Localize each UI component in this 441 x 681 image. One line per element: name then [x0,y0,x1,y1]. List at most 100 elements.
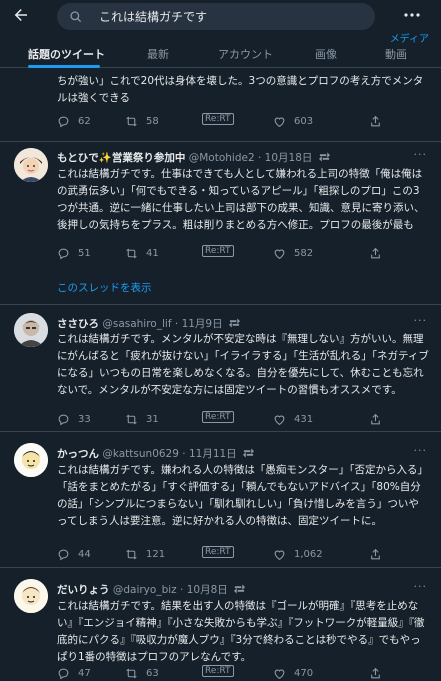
search-icon [70,10,82,22]
reply-icon [58,248,69,260]
share-button[interactable] [369,413,390,426]
follow-status-icon [318,152,330,162]
tweet-body: ちが強い」これで20代は身体を壊した。3つの意識とプロフの考え方でメンタルは強く… [57,75,424,104]
like-button[interactable]: 603 [273,115,313,128]
tab-videos[interactable]: 動画 [385,46,407,62]
like-count: 582 [294,248,314,259]
retweet-icon [126,549,137,560]
tweet-date[interactable]: 11月11日 [189,448,237,460]
tweet-item[interactable]: かっつん @kattsun0629 · 11月11日 ··· これは結構ガチです… [0,432,441,568]
reply-icon [58,414,69,426]
retweet-count: 63 [146,668,159,679]
retweet-count: 31 [146,414,159,425]
author-handle: @dairyo_biz [112,584,177,596]
tweet-date[interactable]: 10月8日 [187,584,228,596]
share-button[interactable] [369,115,390,128]
retweet-count: 121 [146,549,166,560]
rert-button[interactable]: Re:RT [202,245,234,257]
author-handle: @kattsun0629 [102,448,179,460]
author-handle: @Motohide2 [188,152,255,164]
retweet-button[interactable]: 63 [125,667,159,680]
back-arrow-icon[interactable] [12,6,32,26]
retweet-button[interactable]: 31 [125,413,159,426]
like-count: 1,062 [294,549,323,560]
rert-button[interactable]: Re:RT [202,546,234,558]
retweet-button[interactable]: 121 [125,548,165,561]
like-button[interactable]: 431 [273,413,313,426]
tweet-body: これは結構ガチです。メンタルが不安定な時は『無理しない』方がいい。無理にがんばる… [57,333,429,396]
tweet-body: これは結構ガチです。嫌われる人の特徴は「愚痴モンスター」「否定から入る」「話をま… [57,464,428,527]
tweet-body: これは結構ガチです。結果を出す人の特徴は『ゴールが明確』『思考を止めない』『エン… [57,600,425,663]
top-bar: これは結構ガチです [0,0,441,34]
retweet-icon [126,668,137,679]
like-button[interactable]: 582 [273,247,313,260]
share-button[interactable] [369,667,390,680]
avatar[interactable] [14,443,48,477]
retweet-count: 41 [146,248,159,259]
tweet-item[interactable]: ささひろ @sasahiro_lif · 11月9日 ··· これは結構ガチです… [0,305,441,432]
rert-button[interactable]: Re:RT [202,113,234,125]
share-icon [371,413,380,425]
tweet-actions: 33 31 Re:RT 431 [57,411,417,427]
avatar[interactable] [14,579,48,613]
tab-images[interactable]: 画像 [315,46,337,62]
tweet-actions: 51 41 Re:RT 582 [57,245,417,261]
author-name[interactable]: ささひろ [57,318,99,330]
share-icon [371,667,380,679]
more-options-icon[interactable] [403,6,421,22]
search-input[interactable]: これは結構ガチです [57,3,375,30]
avatar[interactable] [14,148,48,182]
author-name[interactable]: だいりょう [57,584,110,596]
tweet-item[interactable]: だいりょう @dairyo_biz · 10月8日 ··· これは結構ガチです。… [0,568,441,680]
reply-count: 51 [78,248,91,259]
reply-icon [58,116,69,128]
follow-status-icon [228,318,240,328]
reply-count: 33 [78,414,91,425]
tweet-date[interactable]: 10月18日 [265,152,313,164]
heart-icon [274,249,285,260]
reply-icon [58,549,69,561]
retweet-button[interactable]: 58 [125,115,159,128]
reply-button[interactable]: 33 [57,413,91,426]
tweet-header: だいりょう @dairyo_biz · 10月8日 [57,582,246,597]
tweet-date[interactable]: 11月9日 [182,318,223,330]
tweet-item[interactable]: ちが強い」これで20代は身体を壊した。3つの意識とプロフの考え方でメンタルは強く… [0,69,441,142]
tab-latest[interactable]: 最新 [147,46,169,62]
tweet-header: ささひろ @sasahiro_lif · 11月9日 [57,316,240,331]
like-count: 470 [294,668,314,679]
reply-button[interactable]: 47 [57,667,91,680]
like-button[interactable]: 470 [273,667,313,680]
reply-button[interactable]: 44 [57,548,91,561]
tab-accounts[interactable]: アカウント [218,46,273,62]
show-thread-link[interactable]: このスレッドを表示 [57,280,152,295]
author-name[interactable]: もとひで✨営業祭り参加中 [57,152,185,164]
like-count: 603 [294,116,314,127]
avatar[interactable] [14,313,48,347]
heart-icon [274,117,285,128]
rert-button[interactable]: Re:RT [202,411,234,423]
reply-button[interactable]: 51 [57,247,91,260]
share-icon [371,548,380,560]
heart-icon [274,669,285,680]
like-button[interactable]: 1,062 [273,548,323,561]
tweet-item[interactable]: もとひで✨営業祭り参加中 @Motohide2 · 10月18日 ··· これは… [0,142,441,305]
share-button[interactable] [369,548,390,561]
rert-button[interactable]: Re:RT [202,665,234,677]
tab-top[interactable]: 話題のツイート [28,46,105,62]
share-button[interactable] [369,247,390,260]
author-handle: @sasahiro_lif [102,318,172,330]
retweet-button[interactable]: 41 [125,247,159,260]
tweet-actions: 44 121 Re:RT 1,062 [57,546,417,562]
share-icon [371,115,380,127]
tweet-menu-icon[interactable]: ··· [414,148,428,161]
tweet-menu-icon[interactable]: ··· [414,444,428,457]
tweet-menu-icon[interactable]: ··· [414,580,428,593]
share-icon [371,247,380,259]
retweet-icon [126,414,137,425]
tweet-actions: 47 63 Re:RT 470 [57,665,417,681]
tweet-menu-icon[interactable]: ··· [414,314,428,327]
author-name[interactable]: かっつん [57,448,99,460]
reply-count: 62 [78,116,91,127]
retweet-count: 58 [146,116,159,127]
reply-button[interactable]: 62 [57,115,91,128]
